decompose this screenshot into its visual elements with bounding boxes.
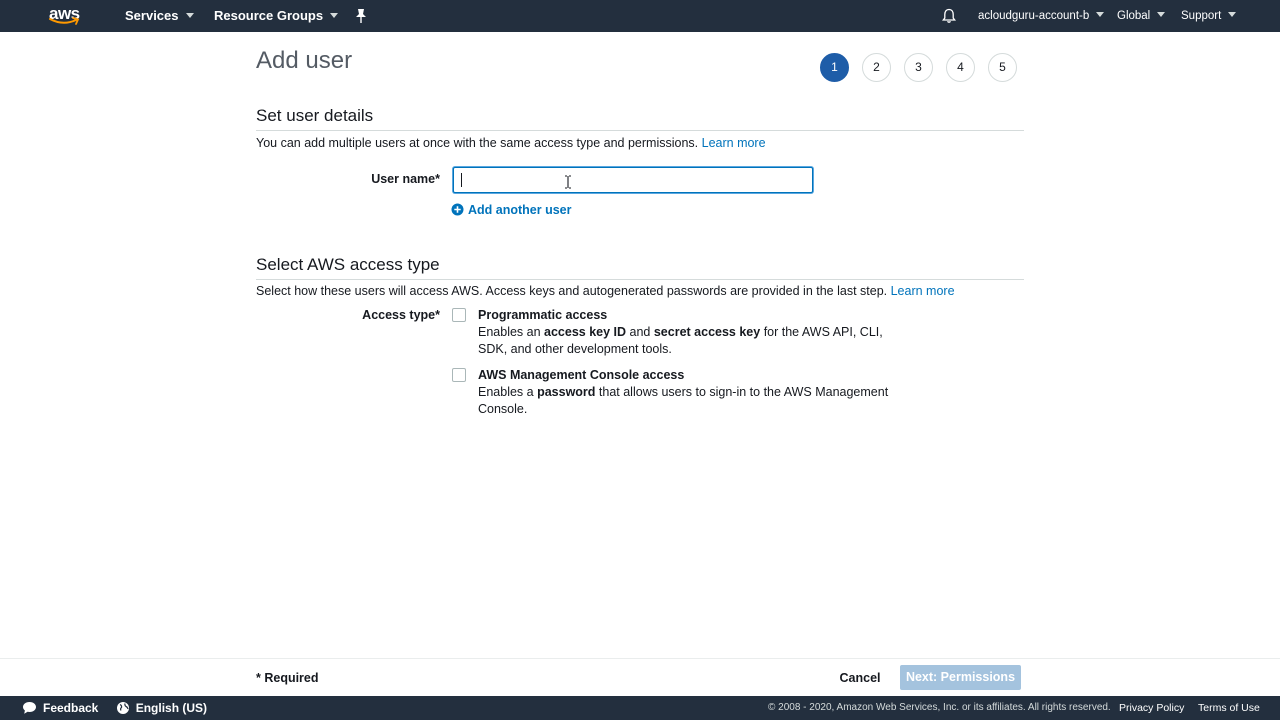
region-menu[interactable]: Global — [1117, 0, 1166, 32]
add-another-user-label: Add another user — [468, 203, 572, 217]
services-menu[interactable]: Services — [125, 0, 194, 32]
step-1[interactable]: 1 — [820, 53, 849, 82]
description-text: and — [626, 325, 654, 339]
learn-more-link[interactable]: Learn more — [702, 136, 766, 150]
wizard-action-bar: * Required Cancel Next: Permissions — [0, 658, 1280, 696]
user-details-description: You can add multiple users at once with … — [256, 136, 766, 150]
speech-bubble-icon — [23, 702, 36, 714]
section-divider — [256, 130, 1024, 131]
step-2[interactable]: 2 — [862, 53, 891, 82]
next-permissions-button[interactable]: Next: Permissions — [900, 665, 1021, 690]
ibeam-cursor-icon — [565, 175, 571, 189]
programmatic-access-title[interactable]: Programmatic access — [478, 308, 607, 322]
pin-icon[interactable] — [354, 8, 368, 24]
resource-groups-menu-label: Resource Groups — [214, 8, 324, 23]
region-menu-label: Global — [1117, 10, 1151, 22]
account-menu-label: acloudguru-account-b — [978, 10, 1090, 22]
globe-icon — [116, 702, 129, 714]
copyright-text: © 2008 - 2020, Amazon Web Services, Inc.… — [768, 702, 1111, 713]
access-type-label: Access type* — [362, 308, 440, 322]
services-menu-label: Services — [125, 8, 179, 23]
step-3[interactable]: 3 — [904, 53, 933, 82]
chevron-down-icon — [185, 13, 194, 19]
add-another-user-button[interactable]: Add another user — [451, 203, 572, 217]
description-emphasis: access key ID — [544, 325, 627, 339]
console-access-checkbox[interactable] — [452, 368, 466, 382]
programmatic-access-checkbox[interactable] — [452, 308, 466, 322]
language-selector[interactable]: English (US) — [116, 701, 207, 715]
top-navigation: aws Services Resource Groups acloudguru-… — [0, 0, 1280, 32]
chevron-down-icon — [1228, 12, 1237, 18]
description-text: Enables an — [478, 325, 545, 339]
console-access-description: Enables a password that allows users to … — [478, 384, 938, 418]
text-cursor — [461, 173, 462, 187]
step-5[interactable]: 5 — [988, 53, 1017, 82]
language-label: English (US) — [135, 701, 208, 715]
plus-circle-icon — [451, 203, 464, 216]
username-label: User name* — [371, 172, 440, 186]
support-menu-label: Support — [1181, 10, 1222, 22]
support-menu[interactable]: Support — [1181, 0, 1237, 32]
cancel-button[interactable]: Cancel — [832, 666, 888, 690]
resource-groups-menu[interactable]: Resource Groups — [214, 0, 339, 32]
bell-icon[interactable] — [941, 8, 957, 24]
chevron-down-icon — [1157, 12, 1166, 18]
feedback-label: Feedback — [43, 701, 99, 715]
description-emphasis: secret access key — [653, 325, 761, 339]
console-footer: Feedback English (US) © 2008 - 2020, Ama… — [0, 696, 1280, 720]
feedback-button[interactable]: Feedback — [22, 701, 102, 715]
page-title: Add user — [256, 47, 353, 74]
aws-logo[interactable]: aws — [48, 4, 82, 27]
learn-more-link[interactable]: Learn more — [891, 284, 955, 298]
aws-smile-icon — [49, 17, 80, 25]
description-emphasis: password — [537, 385, 596, 399]
user-details-heading: Set user details — [256, 106, 374, 125]
description-text: Enables a — [478, 385, 538, 399]
programmatic-access-description: Enables an access key ID and secret acce… — [478, 324, 908, 358]
chevron-down-icon — [330, 13, 339, 19]
chevron-down-icon — [1096, 12, 1105, 18]
footer-left: Feedback English (US) — [22, 696, 207, 720]
username-input[interactable] — [453, 167, 813, 193]
required-note: * Required — [256, 671, 319, 685]
user-details-description-text: You can add multiple users at once with … — [256, 136, 699, 150]
section-divider — [256, 279, 1024, 280]
access-type-heading: Select AWS access type — [256, 255, 440, 274]
access-type-description-text: Select how these users will access AWS. … — [256, 284, 888, 298]
terms-of-use-link[interactable]: Terms of Use — [1198, 696, 1260, 720]
account-menu[interactable]: acloudguru-account-b — [978, 0, 1105, 32]
console-access-title[interactable]: AWS Management Console access — [478, 368, 684, 382]
step-4[interactable]: 4 — [946, 53, 975, 82]
access-type-description: Select how these users will access AWS. … — [256, 284, 955, 298]
privacy-policy-link[interactable]: Privacy Policy — [1119, 696, 1184, 720]
